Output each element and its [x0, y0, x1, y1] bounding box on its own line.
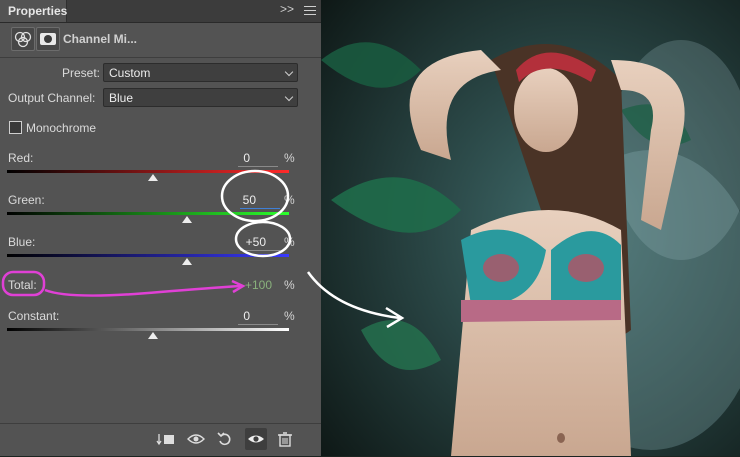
output-channel-select[interactable]: Blue [103, 88, 298, 107]
visibility-icon[interactable] [245, 428, 267, 450]
green-slider-thumb[interactable] [182, 216, 192, 223]
constant-value-input[interactable]: 0 [208, 309, 250, 323]
constant-label: Constant: [8, 309, 60, 323]
red-slider-thumb[interactable] [148, 174, 158, 181]
collapse-panel-button[interactable]: >> [280, 2, 294, 16]
output-channel-value: Blue [109, 91, 134, 105]
adjustment-header: Channel Mi... [0, 23, 321, 58]
red-input-underline [238, 166, 278, 167]
view-previous-icon[interactable] [185, 428, 207, 450]
tab-properties-label: Properties [8, 4, 68, 18]
panel-menu-icon[interactable] [304, 6, 316, 15]
blue-value-input[interactable]: +50 [224, 235, 266, 249]
constant-slider-track[interactable] [7, 328, 289, 331]
channel-mixer-icon[interactable] [11, 27, 35, 51]
total-unit: % [284, 278, 295, 292]
reset-icon[interactable] [214, 428, 236, 450]
red-unit: % [284, 151, 295, 165]
clip-to-layer-icon[interactable] [155, 428, 177, 450]
red-value-input[interactable]: 0 [208, 151, 250, 165]
green-unit: % [284, 193, 295, 207]
constant-slider-thumb[interactable] [148, 332, 158, 339]
green-slider-track[interactable] [7, 212, 289, 215]
output-channel-label: Output Channel: [8, 91, 96, 105]
blue-label: Blue: [8, 235, 36, 249]
photo-canvas [321, 0, 740, 456]
blue-slider-thumb[interactable] [182, 258, 192, 265]
layer-mask-icon[interactable] [36, 27, 60, 51]
red-slider-track[interactable] [7, 170, 289, 173]
panel-tab-bar: Properties >> [0, 0, 321, 23]
chevron-down-icon [284, 92, 294, 102]
green-input-underline [240, 208, 280, 209]
blue-unit: % [284, 235, 295, 249]
tab-properties[interactable]: Properties [0, 0, 67, 22]
green-label: Green: [8, 193, 45, 207]
preset-label: Preset: [62, 66, 101, 80]
chevron-down-icon [284, 67, 294, 77]
constant-unit: % [284, 309, 295, 323]
panel-bottom-toolbar [0, 423, 321, 457]
monochrome-checkbox[interactable] [9, 121, 22, 134]
monochrome-label: Monochrome [26, 121, 97, 135]
total-label: Total: [8, 278, 37, 292]
red-label: Red: [8, 151, 34, 165]
green-value-input[interactable]: 50 [214, 193, 256, 207]
total-value: +100 [244, 278, 272, 292]
preset-select[interactable]: Custom [103, 63, 298, 82]
blue-input-underline [240, 250, 280, 251]
panel-title: Channel Mi... [63, 32, 138, 46]
delete-icon[interactable] [274, 428, 296, 450]
constant-input-underline [238, 324, 278, 325]
preset-value: Custom [109, 66, 151, 80]
properties-panel: Properties >> Channel Mi... Preset: Cust… [0, 0, 321, 456]
blue-slider-track[interactable] [7, 254, 289, 257]
